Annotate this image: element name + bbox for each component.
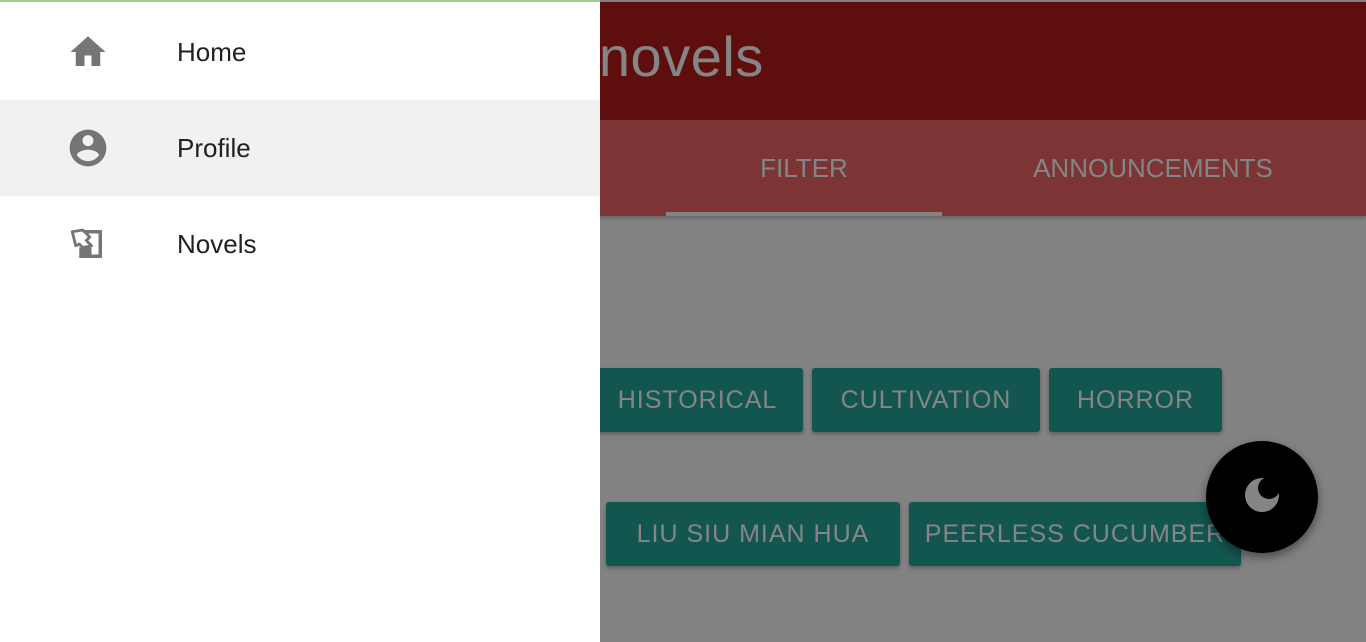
drawer-item-home[interactable]: Home <box>0 4 600 100</box>
page: Y/novels FILTER ANNOUNCEMENTS HISTORICAL… <box>0 0 1366 642</box>
novels-icon <box>66 222 110 266</box>
home-icon <box>66 30 110 74</box>
drawer-item-novels[interactable]: Novels <box>0 196 600 292</box>
drawer-item-label: Home <box>177 36 247 67</box>
account-circle-icon <box>66 126 110 170</box>
drawer-item-profile[interactable]: Profile <box>0 100 600 196</box>
navigation-drawer: Home Profile Novels <box>0 0 600 642</box>
drawer-item-label: Novels <box>177 228 257 259</box>
drawer-item-label: Profile <box>177 132 251 163</box>
